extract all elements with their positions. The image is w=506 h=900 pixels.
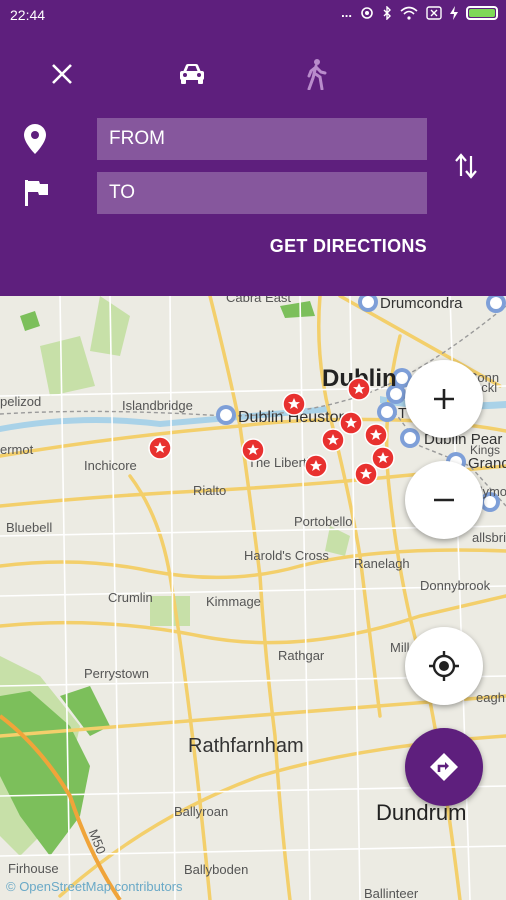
map-attribution[interactable]: © OpenStreetMap contributors xyxy=(6,879,183,894)
minus-icon xyxy=(434,498,454,502)
map-label: Cabra East xyxy=(226,296,291,305)
walk-mode-button[interactable] xyxy=(298,54,334,94)
map-label: Rathgar xyxy=(278,648,325,663)
poi-marker-star-icon[interactable] xyxy=(364,423,388,447)
status-time: 22:44 xyxy=(10,7,46,23)
poi-marker-star-icon[interactable] xyxy=(347,377,371,401)
my-location-button[interactable] xyxy=(405,627,483,705)
poi-marker-star-icon[interactable] xyxy=(354,462,378,486)
poi-marker-star-icon[interactable] xyxy=(321,428,345,452)
map[interactable]: Cabra East Drumcondra Dublin Islandbridg… xyxy=(0,296,506,900)
train-station-icon xyxy=(216,405,236,425)
map-label: Crumlin xyxy=(108,590,153,605)
map-label: Ballinteer xyxy=(364,886,419,900)
map-label: Drumcondra xyxy=(380,296,463,312)
wifi-icon xyxy=(400,6,418,20)
poi-marker-star-icon[interactable] xyxy=(282,392,306,416)
flag-icon xyxy=(25,180,48,206)
zoom-in-button[interactable] xyxy=(405,360,483,438)
map-label: Harold's Cross xyxy=(244,548,329,563)
directions-panel: GET DIRECTIONS xyxy=(0,32,506,296)
map-label: Kings xyxy=(470,443,500,457)
map-label: Perrystown xyxy=(84,666,149,681)
map-label: Rathfarnham xyxy=(188,735,304,757)
map-label: Inchicore xyxy=(84,458,137,473)
car-mode-button[interactable] xyxy=(172,56,212,92)
get-directions-button[interactable]: GET DIRECTIONS xyxy=(270,236,427,257)
sim-off-icon xyxy=(426,5,442,20)
swap-button[interactable] xyxy=(448,148,484,184)
map-label: eagh xyxy=(476,690,505,705)
map-label: Kimmage xyxy=(206,594,261,609)
location-pin-icon xyxy=(24,124,46,154)
battery-icon xyxy=(466,5,498,20)
poi-marker-star-icon[interactable] xyxy=(304,454,328,478)
walk-icon xyxy=(307,59,327,90)
from-input[interactable] xyxy=(97,118,427,160)
poi-marker-star-icon[interactable] xyxy=(371,446,395,470)
map-label: Donnybrook xyxy=(420,578,491,593)
navigate-button[interactable] xyxy=(405,728,483,806)
charging-icon xyxy=(450,5,458,20)
train-station-icon xyxy=(400,428,420,448)
zoom-out-button[interactable] xyxy=(405,461,483,539)
my-location-icon xyxy=(429,651,459,681)
map-label: Ranelagh xyxy=(354,556,410,571)
more-dots-icon: ... xyxy=(341,5,352,20)
map-label: Ballyroan xyxy=(174,804,228,819)
map-label: allsbridge xyxy=(472,530,506,545)
poi-marker-star-icon[interactable] xyxy=(241,438,265,462)
map-label: Portobello xyxy=(294,514,353,529)
bluetooth-icon xyxy=(383,5,391,20)
to-input[interactable] xyxy=(97,172,427,214)
map-label: Firhouse xyxy=(8,861,59,876)
map-label: ermot xyxy=(0,442,34,457)
close-icon xyxy=(52,64,72,84)
map-label: Grand xyxy=(468,455,506,472)
poi-marker-star-icon[interactable] xyxy=(339,411,363,435)
train-station-icon xyxy=(377,402,397,422)
map-label: Ballyboden xyxy=(184,862,248,877)
directions-icon xyxy=(430,753,458,781)
map-label: Bluebell xyxy=(6,520,52,535)
status-bar: 22:44 ... xyxy=(0,0,506,32)
map-label: pelizod xyxy=(0,394,41,409)
car-icon xyxy=(180,64,204,84)
status-icons: ... xyxy=(341,5,498,20)
poi-marker-star-icon[interactable] xyxy=(148,436,172,460)
close-button[interactable] xyxy=(44,56,80,92)
swap-vertical-icon xyxy=(455,153,477,179)
plus-icon xyxy=(434,389,454,409)
map-label: Islandbridge xyxy=(122,398,193,413)
map-label: Rialto xyxy=(193,483,226,498)
sync-icon xyxy=(361,6,373,19)
